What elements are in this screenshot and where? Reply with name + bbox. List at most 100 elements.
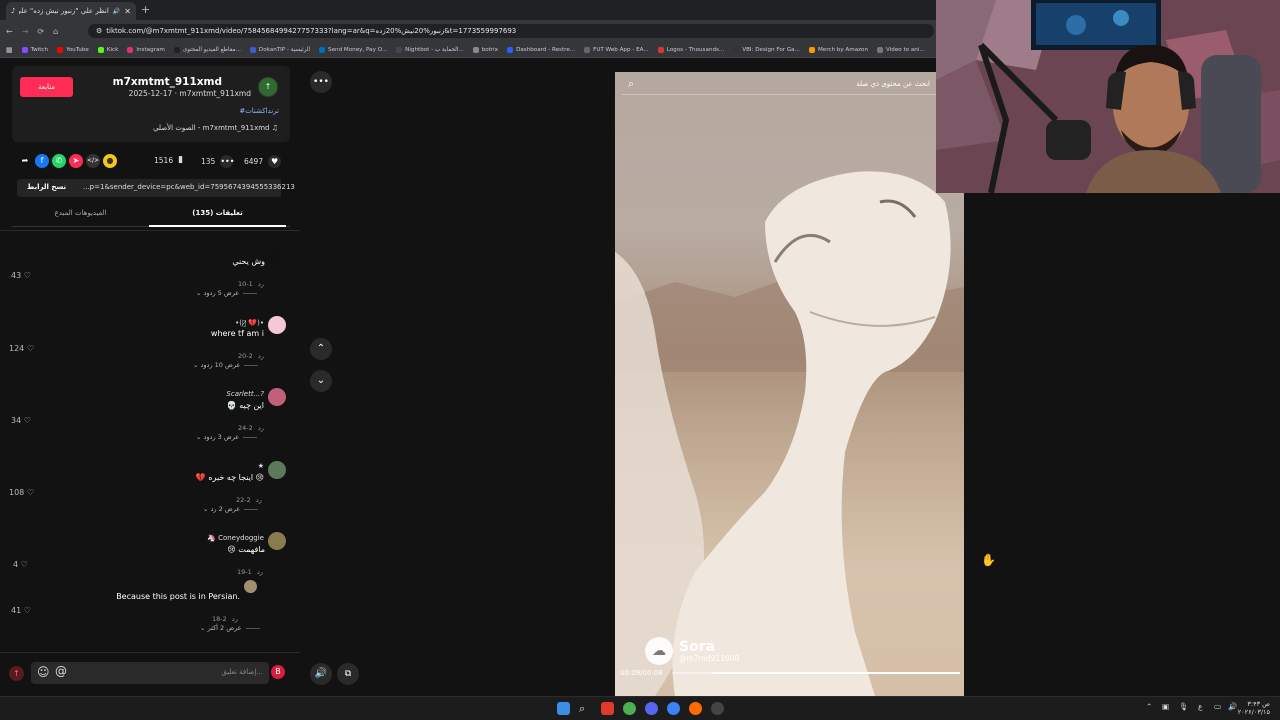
clock-time: ۳:۴۳ ص bbox=[1247, 700, 1270, 708]
author-avatar[interactable]: ↑ bbox=[258, 77, 278, 97]
copy-link-button[interactable]: نسخ الرابط bbox=[27, 183, 66, 191]
comment-like[interactable]: 41 ♡ bbox=[11, 606, 31, 615]
new-tab-button[interactable]: + bbox=[141, 3, 150, 16]
bookmark[interactable]: Send Money, Pay O... bbox=[319, 46, 387, 53]
bookmark[interactable]: Merch by Amazon bbox=[808, 46, 868, 53]
comment-author[interactable]: ★ bbox=[258, 462, 264, 470]
keyboard-language[interactable]: ع bbox=[1198, 702, 1202, 711]
forward-icon[interactable]: → bbox=[22, 27, 29, 36]
heart-outline-icon: ♡ bbox=[26, 344, 34, 353]
system-clock[interactable]: ۳:۴۳ ص ۲۰۲۶/۰۳/۱۵ bbox=[1238, 700, 1270, 716]
comment-author[interactable]: Scarlett...? bbox=[226, 390, 264, 398]
comment-author[interactable]: •(ジ̷ 💔)• bbox=[235, 319, 264, 327]
bookmark[interactable]: Nightbot - الحماية ب... bbox=[396, 46, 464, 53]
comment-like[interactable]: 4 ♡ bbox=[13, 560, 28, 569]
emoji-icon[interactable]: ☺ bbox=[37, 665, 50, 679]
video-progress[interactable]: 00:09/00:08 bbox=[620, 669, 960, 679]
url-field[interactable]: ⚙ tiktok.com/@m7xmtmt_911xmd/video/758456… bbox=[88, 24, 934, 38]
tab-audio-icon[interactable]: 🔊 bbox=[113, 8, 120, 15]
user-avatar[interactable]: B bbox=[271, 665, 285, 679]
comment-like[interactable]: 124 ♡ bbox=[9, 344, 34, 353]
telegram-icon[interactable]: ➤ bbox=[69, 154, 83, 168]
author-username[interactable]: m7xmtmt_911xmd bbox=[113, 76, 222, 88]
view-replies-button[interactable]: ⌄ عرض 5 ردود bbox=[196, 289, 257, 297]
bookmark[interactable]: Kick bbox=[97, 46, 118, 53]
bookmark[interactable]: DokanTIP - الرئيسية bbox=[249, 46, 310, 53]
comment-avatar[interactable] bbox=[268, 246, 286, 264]
home-icon[interactable]: ⌂ bbox=[53, 27, 58, 36]
whatsapp-icon[interactable]: ✆ bbox=[52, 154, 66, 168]
video-search-bar[interactable]: ⌕ ابحث عن محتوى ذي صلة bbox=[622, 75, 936, 95]
picture-in-picture-icon[interactable]: ⧉ bbox=[337, 663, 359, 685]
chrome-icon[interactable] bbox=[623, 702, 636, 715]
bookmark[interactable]: Dashboard - Restre... bbox=[507, 46, 575, 53]
view-replies-button[interactable]: ⌄ عرض 2 رد bbox=[203, 505, 258, 513]
facebook-icon[interactable]: f bbox=[35, 154, 49, 168]
bookmark[interactable]: botrix bbox=[472, 46, 498, 53]
microphone-icon[interactable]: 🎙 bbox=[1179, 702, 1189, 711]
mention-icon[interactable]: @ bbox=[55, 664, 67, 678]
app-icon[interactable] bbox=[667, 702, 680, 715]
tray-chevron-icon[interactable]: ⌃ bbox=[1146, 702, 1152, 711]
bookmark-favicon-icon bbox=[808, 46, 815, 53]
browser-tab[interactable]: ♪ انظر علي "زنبور نيش زده" على... 🔊 ✕ bbox=[6, 2, 136, 20]
more-options-icon[interactable]: ••• bbox=[310, 71, 332, 93]
like-stat[interactable]: 6497 ♥ bbox=[244, 155, 282, 168]
heart-icon: ♥ bbox=[268, 155, 282, 168]
comment-avatar[interactable] bbox=[268, 461, 286, 479]
embed-icon[interactable]: </> bbox=[86, 154, 100, 168]
chevron-down-icon[interactable]: ⌄ bbox=[310, 370, 332, 392]
share-arrow-icon[interactable]: ➦ bbox=[18, 154, 32, 168]
follow-button[interactable]: متابعة bbox=[20, 77, 73, 97]
video-player[interactable] bbox=[615, 72, 964, 696]
view-replies-button[interactable]: ⌄ عرض 10 ردود bbox=[193, 361, 258, 369]
reload-icon[interactable]: ⟳ bbox=[37, 27, 44, 36]
search-icon[interactable]: ⌕ bbox=[579, 702, 592, 715]
comment-like[interactable]: 108 ♡ bbox=[9, 488, 34, 497]
comment-like[interactable]: 43 ♡ bbox=[11, 271, 31, 280]
tab-title: انظر علي "زنبور نيش زده" على... bbox=[19, 7, 109, 15]
back-icon[interactable]: ← bbox=[6, 27, 13, 36]
volume-tray-icon[interactable]: 🔊 bbox=[1228, 702, 1237, 711]
comment-author[interactable]: 🦄 Coneydoggie bbox=[207, 534, 264, 542]
view-more-replies-button[interactable]: ⌄ عرض 2 أكثر bbox=[200, 624, 260, 632]
search-icon[interactable]: ⌕ bbox=[628, 77, 634, 91]
sound-link[interactable]: الصوت الأصلي - m7xmtmt_911xmd ♫ bbox=[153, 124, 278, 132]
save-stat[interactable]: 1516 ▮ bbox=[154, 155, 183, 165]
network-icon[interactable]: ▭ bbox=[1214, 702, 1221, 711]
bookmark[interactable]: Instagram bbox=[127, 46, 165, 53]
tab-creator-videos[interactable]: الفيديوهات المبدع bbox=[12, 205, 149, 227]
comment-avatar[interactable] bbox=[268, 388, 286, 406]
comment-avatar[interactable] bbox=[244, 580, 257, 593]
tray-app-icon[interactable]: ▣ bbox=[1162, 702, 1169, 711]
bookmark[interactable]: Twitch bbox=[21, 46, 48, 53]
obs-icon[interactable] bbox=[711, 702, 724, 715]
coin-icon[interactable]: ● bbox=[103, 154, 117, 168]
site-info-icon[interactable]: ⚙ bbox=[96, 27, 102, 35]
comment-avatar[interactable] bbox=[268, 532, 286, 550]
volume-icon[interactable]: 🔊 bbox=[310, 663, 332, 685]
comment-avatar[interactable] bbox=[268, 316, 286, 334]
view-replies-button[interactable]: ⌄ عرض 3 ردود bbox=[196, 433, 257, 441]
bookmark[interactable]: FUT Web App - EA... bbox=[584, 46, 649, 53]
like-count: 6497 bbox=[244, 157, 264, 166]
bookmark[interactable]: Video to ani... bbox=[877, 46, 925, 53]
hashtag-link[interactable]: #ترنداكشنات bbox=[239, 107, 279, 115]
bookmark[interactable]: مقاطع الفيديو المحتوى... bbox=[173, 46, 241, 53]
webcam-feed bbox=[936, 0, 1280, 193]
discord-icon[interactable] bbox=[645, 702, 658, 715]
send-button[interactable]: ↑ bbox=[9, 666, 24, 681]
start-icon[interactable] bbox=[557, 702, 570, 715]
tab-comments[interactable]: تعليقات (135) bbox=[149, 205, 286, 227]
comment-stat[interactable]: 135 ••• bbox=[201, 155, 234, 168]
comment-like[interactable]: 34 ♡ bbox=[11, 416, 31, 425]
tab-close-icon[interactable]: ✕ bbox=[124, 7, 131, 16]
bookmark[interactable]: YouTube bbox=[57, 46, 89, 53]
chevron-up-icon[interactable]: ⌃ bbox=[310, 338, 332, 360]
brave-icon[interactable] bbox=[601, 702, 614, 715]
bookmark[interactable]: VBI: Design For Ga... bbox=[733, 46, 800, 53]
bookmark-favicon-icon bbox=[319, 46, 326, 53]
firefox-icon[interactable] bbox=[689, 702, 702, 715]
apps-icon[interactable]: ▦ bbox=[6, 46, 13, 54]
bookmark[interactable]: Logos - Thousands... bbox=[657, 46, 724, 53]
